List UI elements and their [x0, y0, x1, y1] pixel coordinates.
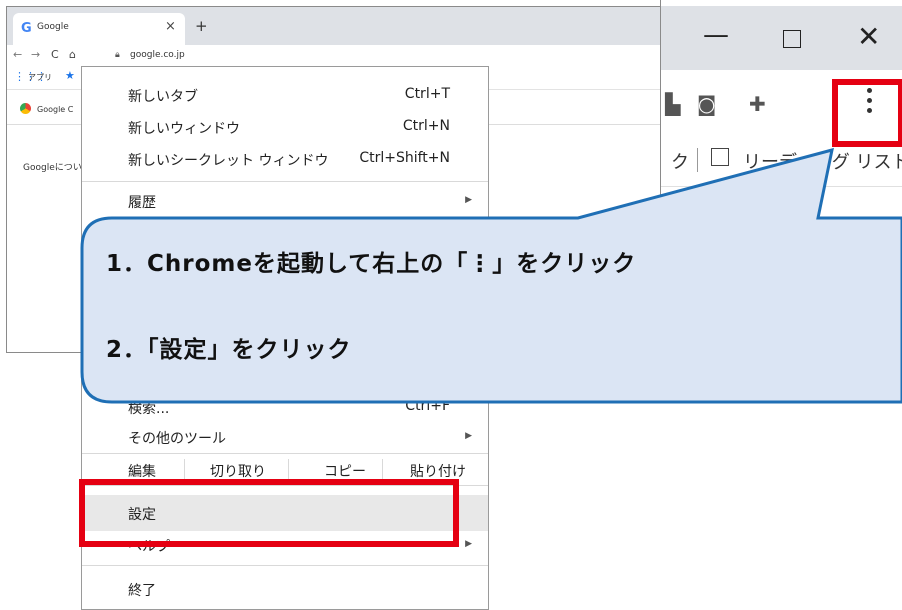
- instruction-callout: [80, 147, 902, 404]
- callout-step-2: 2．「設定」をクリック: [106, 337, 352, 363]
- callout-step-1: 1．Chromeを起動して右上の「⋮」をクリック: [106, 251, 637, 277]
